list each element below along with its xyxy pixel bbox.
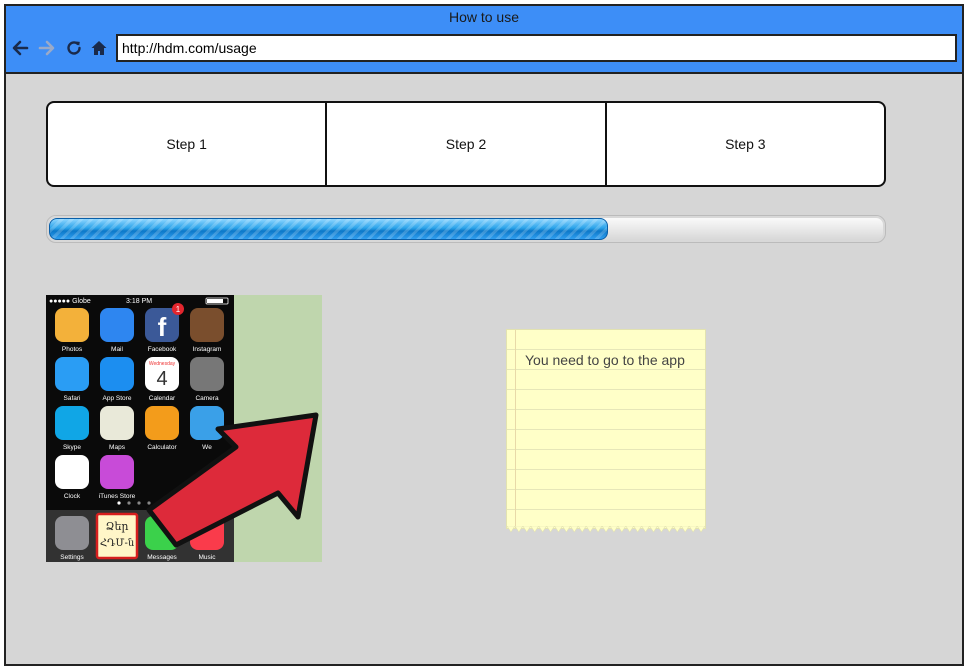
note-text: You need to go to the app <box>525 352 685 368</box>
reload-button[interactable] <box>64 38 84 58</box>
forward-button[interactable] <box>37 38 57 58</box>
progress-fill <box>49 218 608 240</box>
app-label: Calendar <box>149 395 176 402</box>
dock-app-icon: Ձեր ՀԴՄ-ն <box>95 512 139 560</box>
app-label: iTunes Store <box>99 493 136 500</box>
app-label: Photos <box>62 346 83 353</box>
badge-count: 1 <box>176 305 181 314</box>
highlight-text-2: ՀԴՄ-ն <box>100 538 135 549</box>
phone-screenshot: ●●●●● Globe 3:18 PM Photos Mail Facebook 1f… <box>46 295 322 562</box>
browser-window: How to use Step 1 Step 2 Step 3 <box>4 4 964 666</box>
app-label: Calculator <box>147 444 177 451</box>
reload-icon <box>67 41 81 55</box>
arrow-left-icon <box>12 40 29 56</box>
dock-app-label: Settings <box>60 554 84 561</box>
url-input[interactable] <box>116 34 957 62</box>
status-time: 3:18 PM <box>126 298 152 305</box>
step-2-tab[interactable]: Step 2 <box>327 103 607 185</box>
step-3-tab[interactable]: Step 3 <box>607 103 884 185</box>
dock-app-label: Music <box>199 554 217 561</box>
app-label: Camera <box>195 395 219 402</box>
phone-homescreen-image: ●●●●● Globe 3:18 PM Photos Mail Facebook 1 f… <box>46 295 322 562</box>
app-label: Safari <box>64 395 81 402</box>
steps-tabs: Step 1 Step 2 Step 3 <box>46 101 886 187</box>
app-label: App Store <box>103 395 132 402</box>
progress-bar <box>46 215 886 243</box>
back-button[interactable] <box>10 38 30 58</box>
app-icon: iTunes Store <box>99 455 136 500</box>
sticky-note: You need to go to the app <box>506 329 706 533</box>
app-label: Skype <box>63 444 81 451</box>
app-icon: Calendar Wednesday4 <box>145 357 179 402</box>
step-1-tab[interactable]: Step 1 <box>48 103 328 185</box>
app-icon: Instagram <box>190 308 224 353</box>
calendar-weekday: Wednesday <box>149 361 176 367</box>
home-button[interactable] <box>89 38 109 58</box>
home-icon <box>91 41 107 55</box>
app-icon: App Store <box>100 357 134 402</box>
title-bar: How to use <box>6 6 962 74</box>
app-label: Instagram <box>193 346 222 353</box>
note-torn-edge <box>507 526 705 533</box>
app-label: We <box>202 444 212 451</box>
app-label: Facebook <box>148 346 177 353</box>
status-carrier: ●●●●● Globe <box>49 298 91 305</box>
highlight-text-1: Ձեր <box>106 520 129 533</box>
app-label: Mail <box>111 346 123 353</box>
arrow-right-icon <box>38 40 55 56</box>
window-title: How to use <box>448 9 520 25</box>
app-label: Maps <box>109 444 126 451</box>
dock-app-label: Messages <box>147 554 177 561</box>
app-label: Clock <box>64 493 81 500</box>
facebook-logo: f <box>158 312 167 342</box>
app-icon: Calculator <box>145 406 179 451</box>
calendar-day: 4 <box>156 368 167 390</box>
